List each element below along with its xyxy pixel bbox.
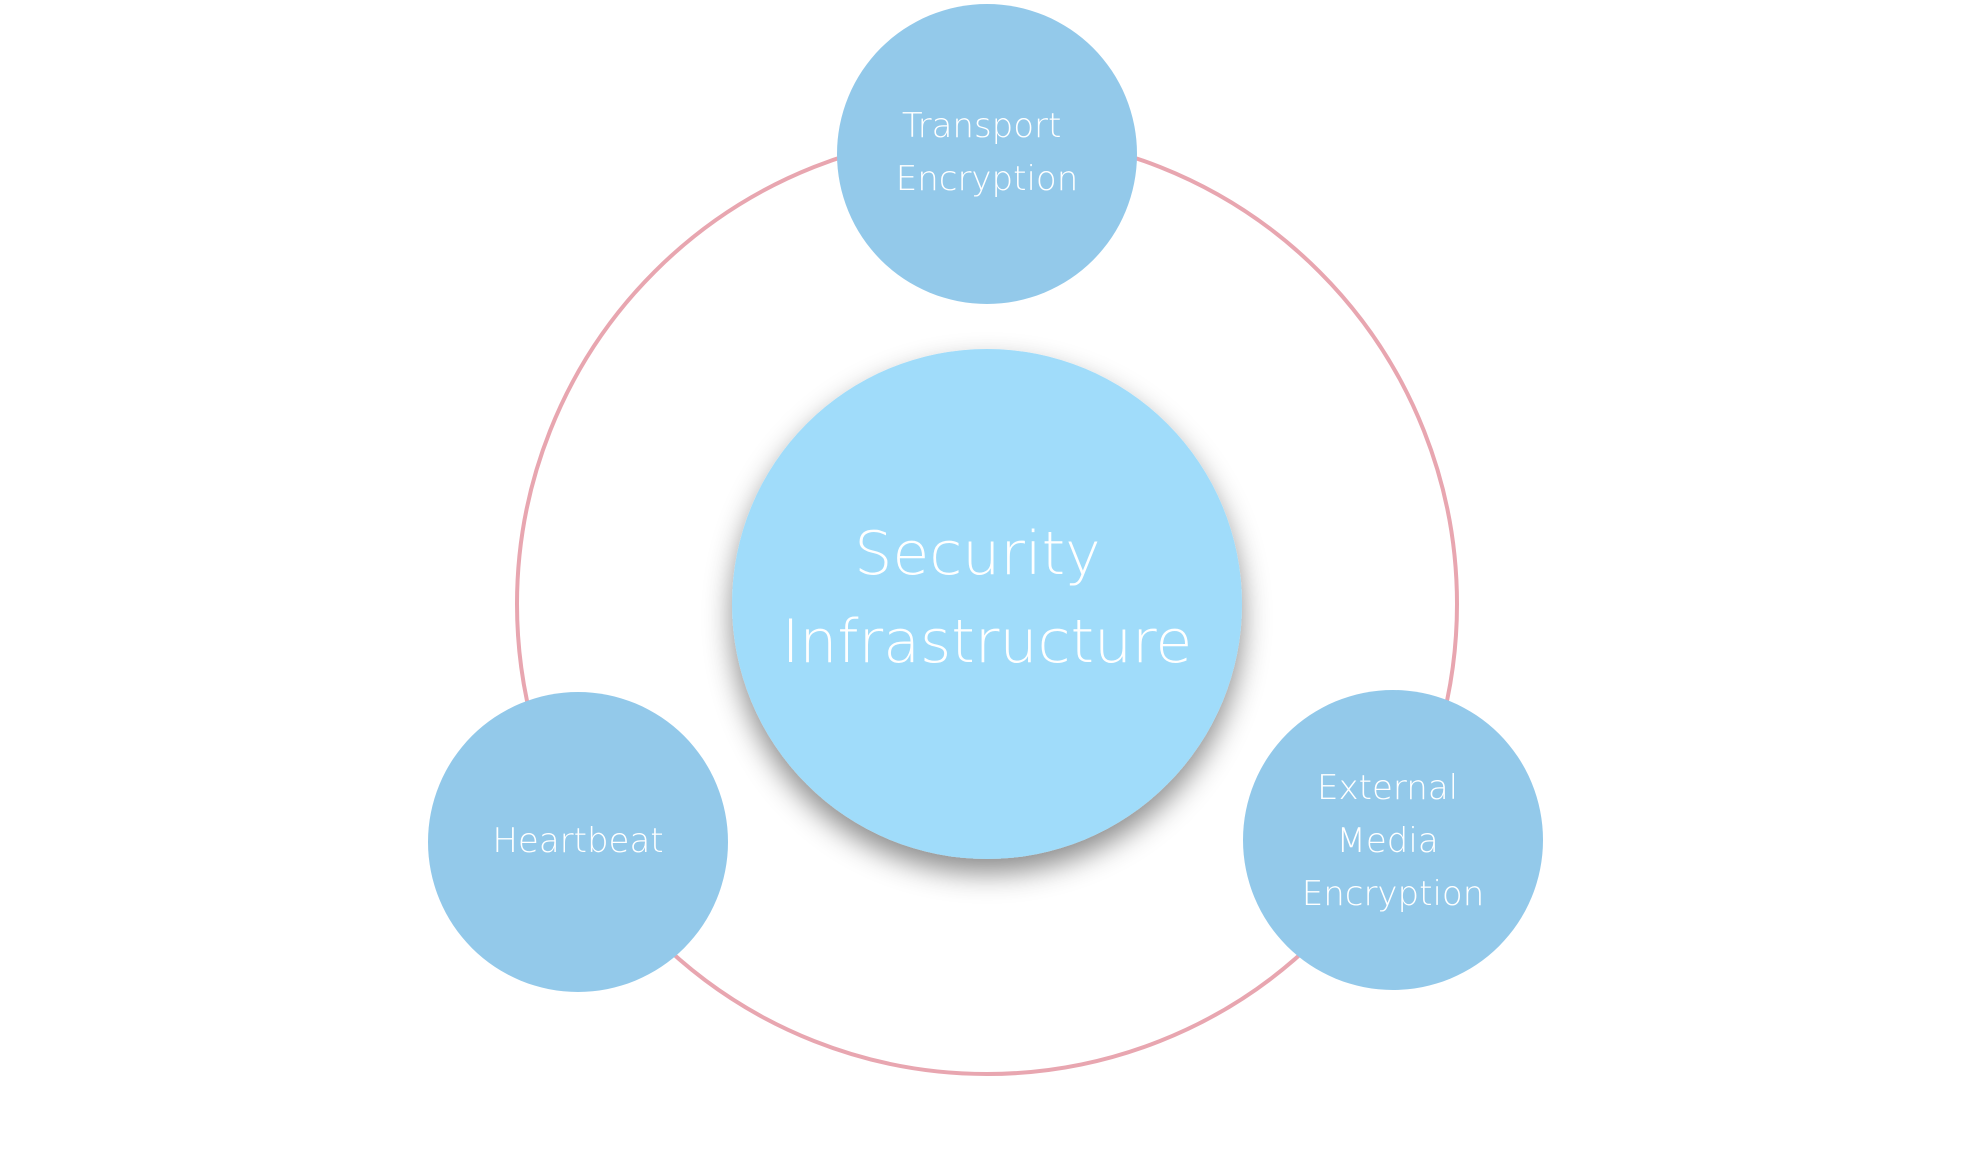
outer-node-media: External Media Encryption	[1243, 690, 1543, 990]
label-line: Transport	[902, 106, 1062, 146]
security-diagram: Transport Encryption External Media Encr…	[428, 4, 1543, 1076]
center-node: Security Infrastructure	[732, 349, 1242, 859]
outer-node-transport-circle	[837, 4, 1137, 304]
label-line: Infrastructure	[782, 607, 1193, 677]
outer-node-heartbeat: Heartbeat	[428, 692, 728, 992]
label-line: Encryption	[896, 159, 1079, 199]
center-node-circle	[732, 349, 1242, 859]
label-line: Security	[854, 519, 1100, 589]
outer-node-heartbeat-label: Heartbeat	[492, 821, 663, 861]
label-line: Media	[1337, 821, 1439, 861]
outer-node-transport: Transport Encryption	[837, 4, 1137, 304]
label-line: Heartbeat	[492, 821, 663, 861]
label-line: External	[1317, 768, 1458, 808]
label-line: Encryption	[1302, 874, 1485, 914]
